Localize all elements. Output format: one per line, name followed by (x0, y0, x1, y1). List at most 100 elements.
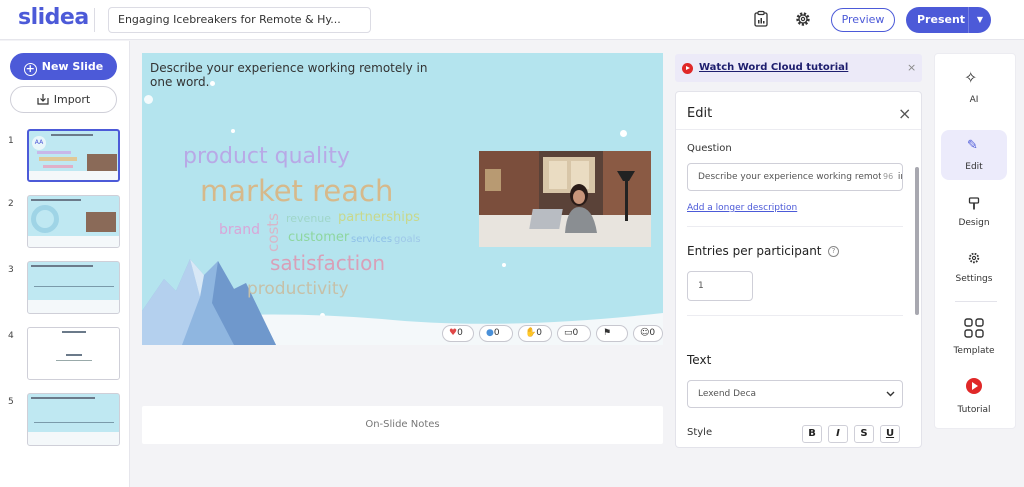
app-logo[interactable]: slidea (18, 5, 89, 30)
reaction-user[interactable]: ☺0 (633, 325, 663, 342)
thumb-text (31, 397, 95, 399)
reaction-clap[interactable]: ✋0 (518, 325, 552, 342)
slide-image[interactable] (479, 151, 651, 247)
slide-question-text[interactable]: Describe your experience working remotel… (150, 61, 450, 89)
snowflake (144, 95, 153, 104)
on-slide-notes[interactable]: On-Slide Notes (142, 406, 663, 444)
right-tool-rail: ✧ AI ✎ Edit Design Settings Template Tut… (934, 53, 1016, 429)
rail-design[interactable]: Design (941, 190, 1007, 240)
slide-thumbnail-3[interactable] (27, 261, 120, 314)
present-dropdown-button[interactable]: ▼ (968, 7, 991, 33)
help-icon[interactable]: ? (828, 246, 839, 257)
rail-template[interactable]: Template (941, 312, 1007, 362)
word-cloud-word: costs (264, 213, 282, 252)
present-button[interactable]: Present ▼ (906, 7, 991, 33)
logo-divider (94, 8, 95, 32)
question-label: Question (687, 143, 732, 154)
gear-icon (968, 252, 980, 264)
word-cloud-word: product quality (183, 144, 350, 169)
slide-number: 2 (8, 199, 14, 209)
word-cloud-word: goals (394, 234, 421, 245)
chevron-down-icon: ▼ (976, 15, 984, 24)
divider (676, 129, 921, 130)
reaction-chat[interactable]: ▭0 (557, 325, 591, 342)
import-label: Import (53, 93, 91, 106)
thumb-snow (28, 300, 119, 313)
bold-button[interactable]: B (802, 425, 822, 443)
slide-thumbnail-2[interactable] (27, 195, 120, 248)
entries-per-participant-label: Entries per participant (687, 244, 822, 258)
snowflake (620, 130, 627, 137)
text-section-label: Text (687, 353, 712, 367)
thumb-text (51, 134, 93, 136)
presentation-title-input[interactable]: Engaging Icebreakers for Remote & Hy... (108, 7, 371, 33)
snowflake (502, 263, 506, 267)
word-cloud-word: services (351, 234, 393, 245)
watch-tutorial-link[interactable]: Watch Word Cloud tutorial (699, 62, 848, 73)
rail-tutorial[interactable]: Tutorial (941, 372, 1007, 422)
close-icon[interactable]: × (898, 104, 911, 123)
paint-roller-icon (968, 197, 980, 210)
preview-button[interactable]: Preview (831, 8, 895, 32)
divider (687, 226, 903, 227)
add-longer-description-link[interactable]: Add a longer description (687, 203, 797, 213)
font-select[interactable]: Lexend Deca (687, 380, 903, 408)
import-button[interactable]: Import (10, 86, 117, 113)
settings-gear-icon[interactable] (794, 10, 812, 28)
rail-settings[interactable]: Settings (941, 246, 1007, 296)
thumbs-up-icon: ● (486, 328, 494, 338)
question-input[interactable]: Describe your experience working remotel… (687, 163, 903, 191)
italic-button[interactable]: I (828, 425, 848, 443)
thumb-text (66, 354, 82, 356)
clap-icon: ✋ (525, 328, 537, 338)
thumb-word (39, 157, 77, 161)
character-count: 96 (881, 172, 896, 181)
rail-edit[interactable]: ✎ Edit (941, 130, 1007, 180)
underline-button[interactable]: U (880, 425, 900, 443)
thumb-photo (87, 154, 117, 171)
pen-icon: ✎ (967, 138, 978, 153)
word-cloud-word: customer (288, 230, 350, 245)
thumb-scale-line (34, 286, 114, 287)
plus-circle-icon: + (23, 62, 37, 76)
import-icon (37, 94, 49, 105)
rail-divider (955, 301, 997, 302)
word-cloud-word: satisfaction (270, 251, 386, 275)
thumb-text (31, 199, 81, 201)
new-slide-button[interactable]: + New Slide (10, 53, 117, 80)
sparkle-icon: ✧ (964, 68, 978, 87)
slide-thumbnail-1[interactable]: AA (27, 129, 120, 182)
play-icon (682, 63, 693, 74)
present-label: Present (917, 13, 966, 26)
slide-thumbnail-4[interactable] (27, 327, 120, 380)
grid-icon (964, 318, 984, 338)
thumb-text (56, 360, 92, 361)
reaction-heart[interactable]: ♥0 (442, 325, 474, 342)
slide-canvas[interactable]: Describe your experience working remotel… (142, 53, 663, 345)
reaction-thumbs-up[interactable]: ●0 (479, 325, 513, 342)
scrollbar[interactable] (915, 167, 919, 315)
close-banner-icon[interactable]: × (907, 61, 916, 74)
entries-input[interactable]: 1 (687, 271, 753, 301)
reaction-flag[interactable]: ⚑ (596, 325, 628, 342)
report-icon[interactable] (752, 10, 770, 28)
thumb-word (37, 151, 71, 154)
thumb-text (31, 265, 93, 267)
play-icon (966, 378, 982, 394)
slide-number: 1 (8, 136, 14, 146)
rail-ai[interactable]: ✧ AI (941, 60, 1007, 110)
word-cloud-word: brand (219, 222, 260, 238)
flag-icon: ⚑ (603, 328, 612, 338)
strikethrough-button[interactable]: S (854, 425, 874, 443)
style-label: Style (687, 427, 713, 438)
user-icon: ☺ (640, 328, 650, 338)
heart-icon: ♥ (449, 328, 458, 338)
slide-thumbnail-5[interactable] (27, 393, 120, 446)
edit-panel-title: Edit (687, 106, 713, 121)
thumb-text (62, 331, 86, 333)
thumb-snow (29, 171, 118, 180)
word-cloud-word: revenue (286, 212, 332, 225)
word-cloud-word: market reach (200, 174, 394, 208)
word-cloud-word: productivity (247, 279, 349, 299)
tutorial-banner: Watch Word Cloud tutorial × (675, 54, 922, 82)
